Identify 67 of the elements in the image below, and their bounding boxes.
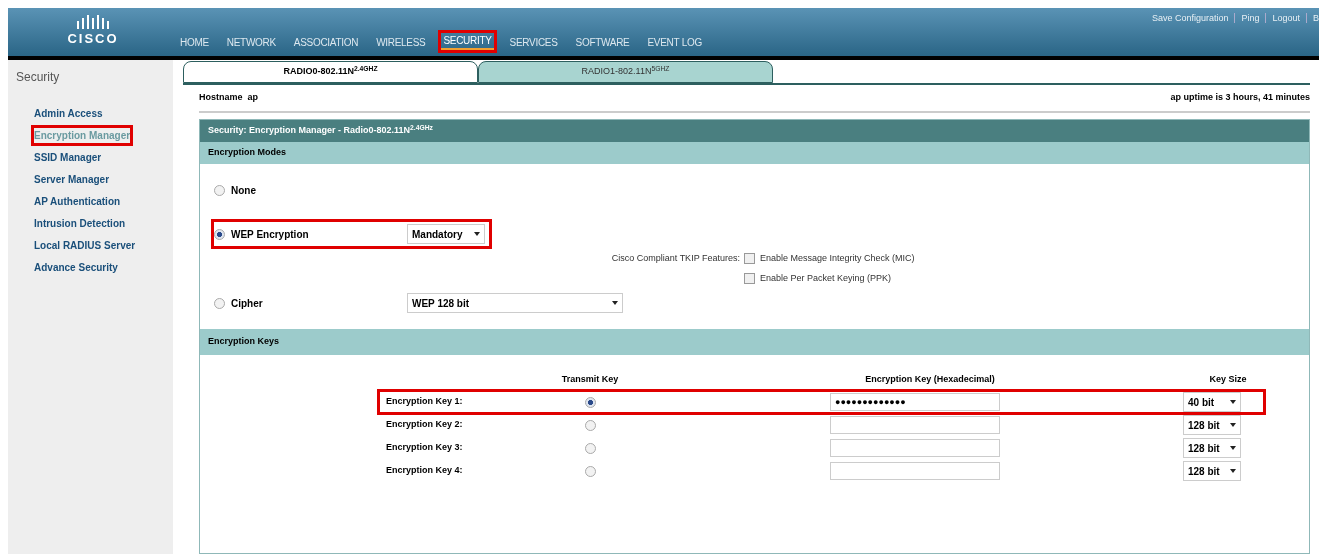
key-label: Encryption Key 1: — [385, 395, 464, 409]
radio-button[interactable] — [214, 297, 225, 309]
key-size-select[interactable]: 128 bit — [1183, 415, 1241, 435]
sidebar-item[interactable]: Advance Security — [34, 259, 118, 275]
key-input[interactable]: ●●●●●●●●●●●●● — [830, 393, 1000, 411]
nav-link[interactable]: WIRELESS — [374, 35, 428, 50]
radio-button[interactable] — [214, 228, 225, 240]
nav-link[interactable]: ASSOCIATION — [291, 35, 361, 50]
key-size-select[interactable]: 128 bit — [1183, 438, 1241, 458]
mode-select[interactable]: Mandatory — [407, 224, 485, 244]
radio-tab[interactable]: RADIO0-802.11N$^{2.4GHZ}$ — [183, 61, 478, 83]
sidebar-item[interactable]: SSID Manager — [34, 149, 102, 165]
sidebar-item[interactable]: AP Authentication — [34, 193, 121, 209]
section-header: Encryption Keys — [200, 329, 1309, 355]
nav-link[interactable]: SOFTWARE — [573, 35, 632, 50]
nav-link[interactable]: HOME — [178, 35, 211, 50]
logo-bars-icon — [75, 15, 111, 30]
sidebar-item[interactable]: Server Manager — [34, 171, 110, 187]
key-label: Encryption Key 2: — [385, 418, 464, 432]
radio-button[interactable] — [584, 396, 596, 408]
caret-icon — [612, 301, 618, 305]
key-size-select[interactable]: 40 bit — [1183, 392, 1241, 412]
radio-button[interactable] — [584, 419, 596, 431]
mode-label: WEP Encryption — [231, 227, 310, 242]
checkbox-label: Enable Per Packet Keying (PPK) — [760, 271, 892, 285]
caret-icon — [1230, 400, 1236, 404]
column-header: Encryption Key (Hexadecimal) — [864, 373, 996, 387]
tkip-label: Cisco Compliant TKIP Features: — [610, 252, 741, 265]
nav-link[interactable]: NETWORK — [224, 35, 278, 50]
checkbox-label: Enable Message Integrity Check (MIC) — [760, 252, 915, 265]
uptime-text: ap uptime is 3 hours, 41 minutes — [1170, 91, 1310, 105]
nav-link[interactable]: SERVICES — [507, 35, 560, 50]
key-size-select[interactable]: 128 bit — [1183, 461, 1241, 481]
header-link[interactable]: B — [1313, 12, 1319, 26]
nav-link[interactable]: EVENT LOG — [645, 35, 704, 50]
radio-button[interactable] — [584, 442, 596, 454]
sidebar-item[interactable]: Local RADIUS Server — [34, 237, 136, 253]
checkbox[interactable] — [744, 253, 755, 265]
key-input[interactable] — [830, 439, 1000, 457]
caret-icon — [1230, 446, 1236, 450]
radio-button[interactable] — [214, 184, 225, 196]
hostname-text: Hostname ap — [199, 91, 258, 105]
key-label: Encryption Key 4: — [385, 464, 464, 478]
cipher-select[interactable]: WEP 128 bit — [407, 293, 623, 313]
caret-icon — [474, 232, 480, 236]
radio-tab[interactable]: RADIO1-802.11N$^{5GHZ}$ — [478, 61, 773, 83]
mode-label: None — [231, 183, 257, 198]
sidebar-item[interactable]: Admin Access — [34, 105, 103, 121]
radio-button[interactable] — [584, 465, 596, 477]
section-header: Encryption Modes — [200, 142, 1309, 164]
key-label: Encryption Key 3: — [385, 441, 464, 455]
header-link[interactable]: Save Configuration — [1151, 12, 1229, 26]
nav-link[interactable]: SECURITY — [441, 33, 494, 50]
mode-label: Cipher — [231, 296, 264, 311]
column-header: Transmit Key — [560, 373, 620, 387]
logo-text: CISCO — [67, 30, 119, 49]
caret-icon — [1230, 423, 1236, 427]
sidebar-title: Security — [16, 69, 61, 86]
sidebar-item[interactable]: Intrusion Detection — [34, 215, 126, 231]
key-input[interactable] — [830, 416, 1000, 434]
panel-title: Security: Encryption Manager - Radio0-802.11N$^{2.4GHz}$ — [200, 120, 1309, 142]
caret-icon — [1230, 469, 1236, 473]
column-header: Key Size — [1208, 373, 1248, 387]
key-input[interactable] — [830, 462, 1000, 480]
header-link[interactable]: Logout — [1272, 12, 1300, 26]
checkbox[interactable] — [744, 272, 755, 284]
header-link[interactable]: Ping — [1241, 12, 1260, 26]
